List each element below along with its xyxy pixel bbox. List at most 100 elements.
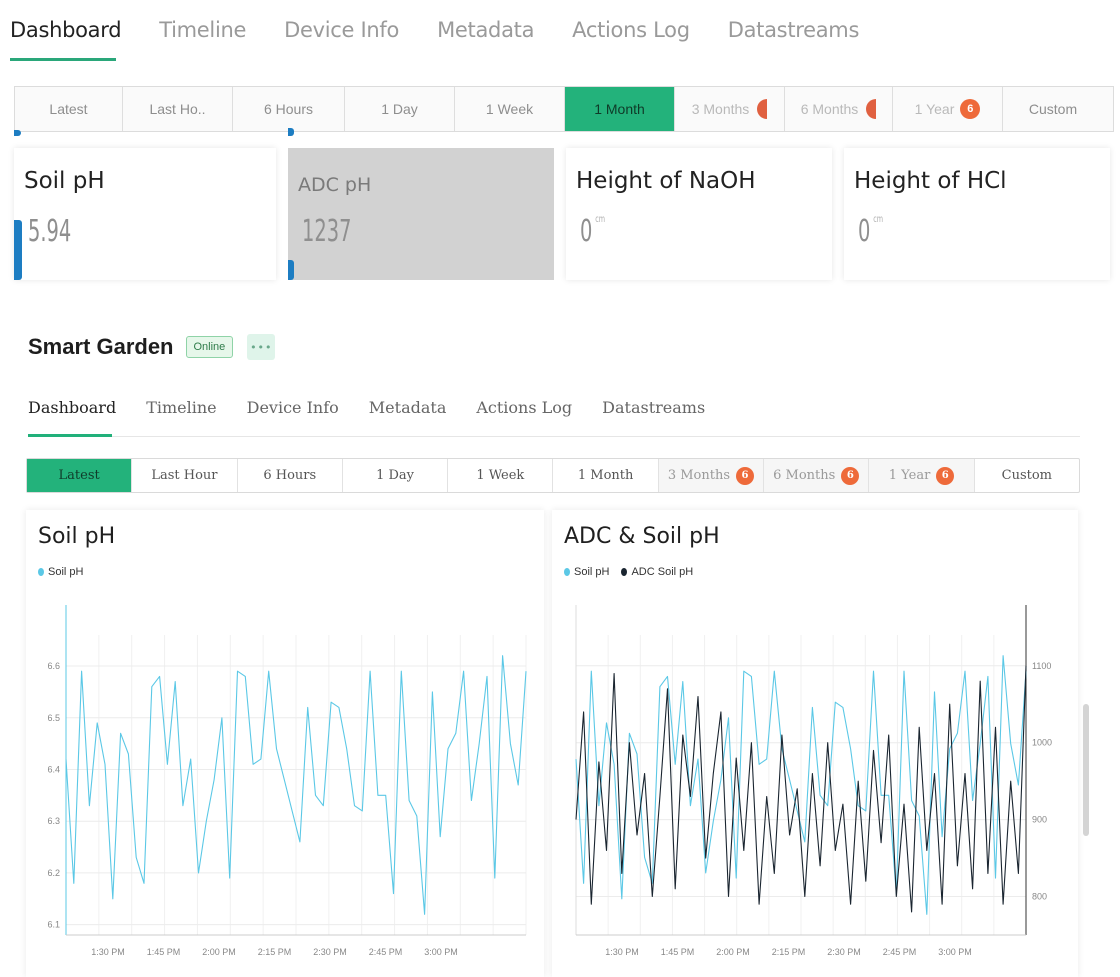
tab-bar: Dashboard Timeline Device Info Metadata … <box>28 398 735 438</box>
lock-icon <box>866 99 877 119</box>
legend-label: ADC Soil pH <box>631 566 694 578</box>
range-6-hours[interactable]: 6 Hours <box>238 459 343 492</box>
page-title: Smart Garden <box>28 334 174 359</box>
tab-actions-log[interactable]: Actions Log <box>476 398 572 438</box>
tile-value: 1237 <box>302 214 352 249</box>
tile-level-marker <box>14 130 21 136</box>
tile-soil-ph: Soil pH 5.94 <box>14 130 276 280</box>
top-tab-device-info[interactable]: Device Info <box>284 14 399 64</box>
lock-icon: 6 <box>960 99 981 119</box>
y2-tick-label: 900 <box>1032 815 1047 825</box>
x-tick-label: 2:00 PM <box>716 947 750 957</box>
zoomed-dashboard-section: Dashboard Timeline Device Info Metadata … <box>0 0 1120 300</box>
range-last-hour[interactable]: Last Hour <box>132 459 238 492</box>
tab-timeline[interactable]: Timeline <box>146 398 216 438</box>
top-tab-active-indicator <box>10 58 116 61</box>
tab-dashboard[interactable]: Dashboard <box>28 398 116 438</box>
range-1-day[interactable]: 1 Day <box>343 459 449 492</box>
device-header: Smart Garden Online ••• <box>28 334 276 360</box>
tile-title: Height of NaOH <box>576 168 756 194</box>
range-latest[interactable]: Latest <box>27 459 133 492</box>
tile-level-bar <box>288 260 294 280</box>
scrollbar[interactable] <box>1083 704 1089 836</box>
legend-label: Soil pH <box>574 566 610 578</box>
top-range-1-day[interactable]: 1 Day <box>345 87 455 131</box>
top-range-1-month[interactable]: 1 Month <box>565 87 675 131</box>
top-tab-bar: Dashboard Timeline Device Info Metadata … <box>10 14 897 64</box>
tile-unit: cm <box>595 214 606 225</box>
top-range-latest[interactable]: Latest <box>15 87 123 131</box>
top-tab-datastreams[interactable]: Datastreams <box>728 14 860 64</box>
chart-legend: Soil pH ADC Soil pH <box>564 566 705 578</box>
tab-metadata[interactable]: Metadata <box>369 398 447 438</box>
range-1-month[interactable]: 1 Month <box>553 459 659 492</box>
range-1-year[interactable]: 1 Year 6 <box>869 459 975 492</box>
legend-dot <box>38 568 44 576</box>
x-tick-label: 2:15 PM <box>772 947 806 957</box>
legend-item-soil-ph[interactable]: Soil pH <box>564 566 609 578</box>
y-tick-label: 6.5 <box>47 713 60 723</box>
tile-title: ADC pH <box>298 174 372 196</box>
y-tick-label: 6.3 <box>47 816 60 826</box>
tile-value-wrap: 0 cm <box>858 214 883 249</box>
top-range-last-hour[interactable]: Last Ho.. <box>123 87 233 131</box>
top-range-1-year[interactable]: 1 Year 6 <box>893 87 1003 131</box>
tile-title: Soil pH <box>24 168 105 194</box>
y2-tick-label: 800 <box>1032 892 1047 902</box>
top-range-3-months-label: 3 Months <box>691 101 750 117</box>
legend-item-adc-soil-ph[interactable]: ADC Soil pH <box>621 566 693 578</box>
lock-icon: 6 <box>841 466 860 485</box>
chart-title: Soil pH <box>38 524 116 549</box>
range-1-week[interactable]: 1 Week <box>448 459 554 492</box>
more-options-button[interactable]: ••• <box>247 334 276 360</box>
tile-height-naoh: Height of NaOH 0 cm <box>566 148 832 280</box>
tile-value-wrap: 0 cm <box>580 214 605 249</box>
tile-height-hcl: Height of HCl 0 cm <box>844 148 1110 280</box>
x-tick-label: 2:30 PM <box>313 947 347 957</box>
tab-active-indicator <box>28 434 112 437</box>
tab-datastreams[interactable]: Datastreams <box>602 398 705 438</box>
top-range-1-week[interactable]: 1 Week <box>455 87 565 131</box>
top-tab-actions-log[interactable]: Actions Log <box>572 14 690 64</box>
x-tick-label: 1:30 PM <box>91 947 125 957</box>
y2-tick-label: 1100 <box>1032 661 1051 671</box>
x-tick-label: 1:45 PM <box>661 947 695 957</box>
legend-label: Soil pH <box>48 566 84 578</box>
x-tick-label: 1:30 PM <box>605 947 639 957</box>
y-tick-label: 6.4 <box>47 764 60 774</box>
chart-title: ADC & Soil pH <box>564 524 720 549</box>
tile-value: 0 <box>580 214 593 249</box>
top-range-6-hours[interactable]: 6 Hours <box>233 87 345 131</box>
top-time-range-selector: Latest Last Ho.. 6 Hours 1 Day 1 Week 1 … <box>14 86 1114 132</box>
lock-icon <box>757 99 768 119</box>
range-3-months-label: 3 Months <box>667 468 731 483</box>
x-tick-label: 1:45 PM <box>147 947 181 957</box>
legend-dot <box>621 568 628 576</box>
top-range-6-months[interactable]: 6 Months <box>785 87 893 131</box>
legend-item-soil-ph[interactable]: Soil pH <box>38 566 83 578</box>
x-tick-label: 2:00 PM <box>202 947 236 957</box>
legend-dot <box>564 568 570 576</box>
x-tick-label: 2:45 PM <box>883 947 917 957</box>
tile-title: Height of HCl <box>854 168 1007 194</box>
lock-icon: 6 <box>936 466 955 485</box>
tile-level-marker <box>288 128 294 136</box>
range-3-months[interactable]: 3 Months 6 <box>658 459 765 492</box>
top-range-custom[interactable]: Custom <box>1003 87 1103 131</box>
y-tick-label: 6.2 <box>47 868 60 878</box>
tile-adc-ph: ADC pH 1237 <box>288 128 554 280</box>
x-tick-label: 2:30 PM <box>827 947 861 957</box>
x-tick-label: 3:00 PM <box>424 947 458 957</box>
top-tab-metadata[interactable]: Metadata <box>437 14 534 64</box>
tab-device-info[interactable]: Device Info <box>247 398 339 438</box>
top-tab-timeline[interactable]: Timeline <box>159 14 246 64</box>
x-tick-label: 2:45 PM <box>369 947 403 957</box>
top-tab-dashboard[interactable]: Dashboard <box>10 14 122 64</box>
tab-divider <box>28 436 1080 437</box>
x-tick-label: 2:15 PM <box>258 947 292 957</box>
range-1-year-label: 1 Year <box>888 468 931 483</box>
chart-card-adc-soil-ph: 1:30 PM 1:45 PM 2:00 PM 2:15 PM 2:30 PM 2:45 … <box>552 510 1078 977</box>
range-custom[interactable]: Custom <box>975 459 1079 492</box>
range-6-months[interactable]: 6 Months 6 <box>764 459 870 492</box>
top-range-3-months[interactable]: 3 Months <box>675 87 785 131</box>
